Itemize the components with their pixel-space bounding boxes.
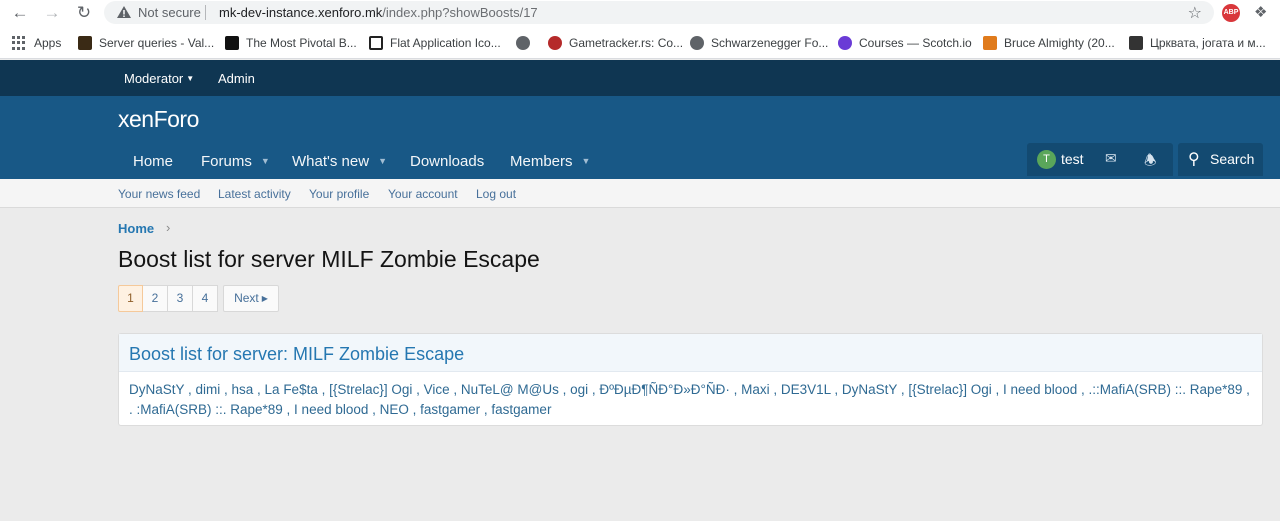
tab-whats-new[interactable]: What's new ▼ xyxy=(292,153,387,170)
bell-icon[interactable]: 🕭 xyxy=(1144,150,1157,174)
sublink-latest-activity[interactable]: Latest activity xyxy=(218,187,291,201)
globe-icon xyxy=(516,36,530,50)
url-text[interactable]: mk-dev-instance.xenforo.mk/index.php?sho… xyxy=(219,5,538,20)
avatar[interactable]: T xyxy=(1037,150,1056,169)
tab-label: Downloads xyxy=(410,153,485,170)
bookmark-gametracker[interactable]: Gametracker.rs: Co... xyxy=(548,35,683,51)
user-menu[interactable]: T test ✉ 🕭 xyxy=(1027,143,1173,176)
search-button[interactable]: ⚲ Search xyxy=(1178,143,1263,176)
search-icon: ⚲ xyxy=(1188,151,1200,168)
block-header: Boost list for server: MILF Zombie Escap… xyxy=(119,334,1262,372)
block-title: Boost list for server: MILF Zombie Escap… xyxy=(129,344,465,364)
bookmark-star-icon[interactable]: ☆ xyxy=(1188,3,1202,23)
bookmark-church[interactable]: Црквата, јогата и м... xyxy=(1129,35,1266,51)
bookmark-label: Apps xyxy=(34,36,62,50)
security-label[interactable]: Not secure xyxy=(138,5,201,20)
bookmarks-bar: Apps Server queries - Val... The Most Pi… xyxy=(0,26,1280,59)
page-title: Boost list for server MILF Zombie Escape xyxy=(118,246,540,272)
search-label: Search xyxy=(1210,151,1255,167)
globe-icon xyxy=(690,36,704,50)
moderator-label: Moderator xyxy=(124,71,184,86)
bookmark-bruce-almighty[interactable]: Bruce Almighty (20... xyxy=(983,35,1115,51)
page-1-button[interactable]: 1 xyxy=(118,285,143,312)
chevron-down-icon[interactable]: ▼ xyxy=(378,156,387,166)
tab-downloads[interactable]: Downloads xyxy=(410,153,484,170)
username[interactable]: test xyxy=(1061,151,1084,167)
url-host: mk-dev-instance.xenforo.mk xyxy=(219,5,383,20)
pagination: 1 2 3 4 Next ▶ xyxy=(118,285,279,312)
bookmark-server-queries[interactable]: Server queries - Val... xyxy=(78,35,214,51)
forward-arrow-icon[interactable]: → xyxy=(42,3,62,23)
next-page-button[interactable]: Next ▶ xyxy=(223,285,279,312)
bookmark-globe[interactable] xyxy=(516,35,537,51)
bookmark-label: Courses — Scotch.io xyxy=(859,36,972,50)
site-favicon-icon xyxy=(225,36,239,50)
caret-down-icon: ▼ xyxy=(186,74,195,83)
chevron-down-icon[interactable]: ▼ xyxy=(582,156,591,166)
next-label: Next xyxy=(234,291,259,305)
caret-right-icon: ▶ xyxy=(261,294,268,303)
sublink-profile[interactable]: Your profile xyxy=(309,187,369,201)
page-4-button[interactable]: 4 xyxy=(193,285,218,312)
bookmark-label: Bruce Almighty (20... xyxy=(1004,36,1115,50)
sub-navigation: Your news feed Latest activity Your prof… xyxy=(0,179,1280,208)
tab-label: What's new xyxy=(292,153,370,170)
tab-label: Forums xyxy=(201,153,252,170)
reload-icon[interactable]: ↻ xyxy=(74,3,94,23)
sublink-log-out[interactable]: Log out xyxy=(476,187,516,201)
tab-members[interactable]: Members ▼ xyxy=(510,153,590,170)
apps-grid-icon xyxy=(12,36,26,50)
bookmark-scotch[interactable]: Courses — Scotch.io xyxy=(838,35,972,51)
breadcrumb-chevron-icon: › xyxy=(166,220,171,235)
cross-favicon-icon xyxy=(1129,36,1143,50)
adblock-extension-icon[interactable]: ABP xyxy=(1222,4,1240,22)
admin-link[interactable]: Admin xyxy=(218,71,255,86)
url-path: /index.php?showBoosts/17 xyxy=(382,5,538,20)
tab-forums[interactable]: Forums ▼ xyxy=(201,153,270,170)
bookmark-label: Gametracker.rs: Co... xyxy=(569,36,684,50)
tab-home[interactable]: Home xyxy=(133,153,173,170)
scotch-favicon-icon xyxy=(838,36,852,50)
extensions-puzzle-icon[interactable]: ❖ xyxy=(1254,3,1267,21)
steam-favicon-icon xyxy=(78,36,92,50)
page-3-button[interactable]: 3 xyxy=(168,285,193,312)
boost-list-block: Boost list for server: MILF Zombie Escap… xyxy=(118,333,1263,426)
divider xyxy=(205,5,206,20)
flaticon-favicon-icon xyxy=(369,36,383,50)
breadcrumb-home[interactable]: Home xyxy=(118,221,154,236)
back-arrow-icon[interactable]: ← xyxy=(10,3,30,23)
address-bar[interactable]: Not secure mk-dev-instance.xenforo.mk/in… xyxy=(104,1,1214,24)
chevron-down-icon[interactable]: ▼ xyxy=(261,156,270,166)
bookmark-label: Server queries - Val... xyxy=(99,36,215,50)
bookmark-label: The Most Pivotal B... xyxy=(246,36,357,50)
bookmark-pivotal[interactable]: The Most Pivotal B... xyxy=(225,35,357,51)
boost-list-names: DyNaStY , dimi , hsa , La Fe$ta , [{Stre… xyxy=(129,382,1250,417)
movie-favicon-icon xyxy=(983,36,997,50)
browser-toolbar: ← → ↻ Not secure mk-dev-instance.xenforo… xyxy=(0,0,1280,26)
sublink-news-feed[interactable]: Your news feed xyxy=(118,187,200,201)
warning-icon xyxy=(117,6,131,18)
site-logo[interactable]: xenForo xyxy=(118,106,199,133)
bookmark-schwarzenegger[interactable]: Schwarzenegger Fo... xyxy=(690,35,828,51)
moderator-menu[interactable]: Moderator ▼ xyxy=(124,71,194,86)
mail-icon[interactable]: ✉ xyxy=(1105,150,1117,167)
bookmark-apps[interactable]: Apps xyxy=(12,35,61,51)
site-header: xenForo Home Forums ▼ What's new ▼ Downloa… xyxy=(0,96,1280,179)
bookmark-label: Flat Application Ico... xyxy=(390,36,501,50)
gametracker-favicon-icon xyxy=(548,36,562,50)
tab-label: Home xyxy=(133,153,174,170)
sublink-account[interactable]: Your account xyxy=(388,187,458,201)
page-2-button[interactable]: 2 xyxy=(143,285,168,312)
tab-label: Members xyxy=(510,153,573,170)
bookmark-label: Schwarzenegger Fo... xyxy=(711,36,829,50)
bookmark-label: Црквата, јогата и м... xyxy=(1150,36,1266,50)
bookmark-flat-icons[interactable]: Flat Application Ico... xyxy=(369,35,501,51)
staff-bar: Moderator ▼ Admin xyxy=(0,60,1280,96)
